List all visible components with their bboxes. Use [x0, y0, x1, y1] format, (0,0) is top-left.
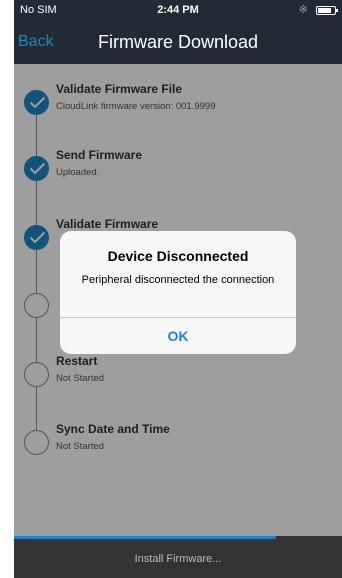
install-button[interactable]: Install Firmware...	[14, 553, 342, 565]
status-bar: No SIM 2:44 PM ※	[14, 0, 342, 20]
install-footer: Install Firmware...	[14, 536, 342, 578]
navigation-bar: Back Firmware Download	[14, 20, 342, 64]
battery-icon	[316, 6, 338, 15]
alert-dialog: Device Disconnected Peripheral disconnec…	[60, 231, 296, 354]
alert-message: Peripheral disconnected the connection	[81, 274, 275, 286]
phone-screen: No SIM 2:44 PM ※ Back Firmware Download …	[14, 0, 342, 578]
alert-title: Device Disconnected	[107, 248, 249, 264]
page-title: Firmware Download	[97, 32, 259, 52]
install-progress-bar	[14, 536, 277, 539]
ok-button[interactable]: OK	[60, 318, 296, 354]
bluetooth-icon: ※	[298, 4, 308, 16]
clock: 2:44 PM	[157, 4, 199, 16]
